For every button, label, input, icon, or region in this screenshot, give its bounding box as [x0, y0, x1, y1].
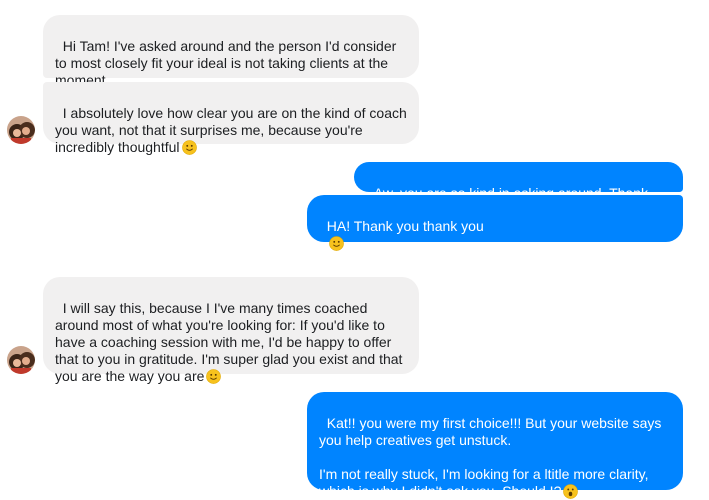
outgoing-message-bubble: HA! Thank you thank you OK I will go ask… [307, 195, 683, 268]
surprised-face-icon [563, 484, 579, 499]
message-text: Hi Tam! I've asked around and the person… [55, 38, 401, 88]
incoming-message-bubble: I absolutely love how clear you are on t… [43, 82, 419, 155]
contact-avatar[interactable] [7, 116, 35, 144]
slightly-smiling-face-icon [206, 369, 222, 384]
incoming-message-bubble: I will say this, because I I've many tim… [43, 277, 419, 384]
message-text: Kat!! you were my first choice!!! But yo… [319, 415, 662, 499]
message-text: HA! Thank you thank you [326, 218, 484, 234]
contact-avatar[interactable] [7, 346, 35, 374]
incoming-message-bubble: Hi Tam! I've asked around and the person… [43, 15, 419, 88]
slightly-smiling-face-icon [181, 140, 197, 155]
message-text: OK I will go ask my network. Thank you! [326, 252, 576, 268]
slightly-smiling-face-icon [328, 236, 344, 251]
message-text: I will say this, because I I've many tim… [55, 300, 407, 384]
outgoing-message-bubble: Kat!! you were my first choice!!! But yo… [307, 392, 683, 499]
outgoing-message-bubble: Aw, you are so kind in asking around. Th… [354, 162, 683, 218]
message-text: I absolutely love how clear you are on t… [55, 105, 411, 155]
